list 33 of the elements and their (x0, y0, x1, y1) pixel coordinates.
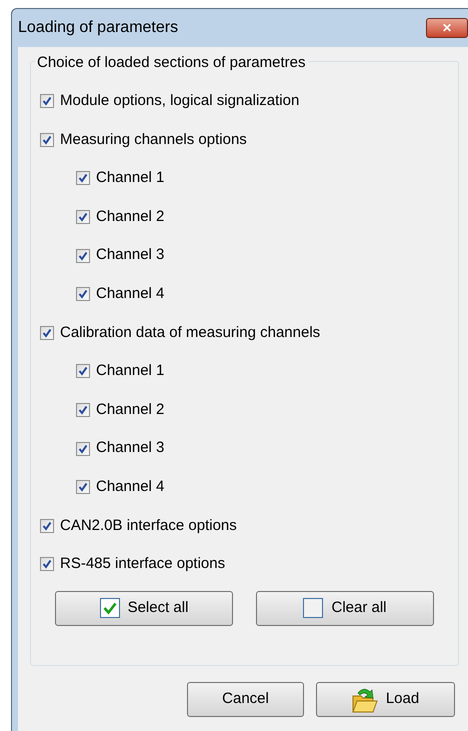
checkbox[interactable] (76, 403, 90, 418)
checkbox[interactable] (76, 248, 90, 263)
empty-box-icon (303, 598, 324, 618)
dialog-button[interactable]: Clear all (256, 590, 434, 626)
option-label: Channel 4 (96, 476, 164, 497)
checkbox[interactable] (76, 442, 90, 456)
option-label: Module options, logical signalization (60, 91, 300, 112)
checkbox[interactable] (76, 480, 90, 494)
checkbox[interactable] (40, 94, 54, 108)
checkbox[interactable] (76, 210, 90, 224)
checkbox[interactable] (40, 326, 54, 340)
option-label: Channel 2 (96, 400, 164, 420)
window-title: Loading of parameters (18, 18, 178, 38)
option-label: Channel 2 (96, 206, 164, 227)
checkbox[interactable] (76, 287, 90, 302)
option-label: Measuring channels options (60, 130, 247, 150)
dialog-button[interactable]: Cancel (187, 682, 304, 717)
option-label: Channel 1 (96, 361, 164, 382)
checkbox[interactable] (40, 518, 54, 533)
option-label: CAN2.0B interface options (60, 516, 237, 536)
dialog-button[interactable]: Select all (55, 590, 233, 626)
checkbox[interactable] (40, 132, 54, 147)
checked-box-icon (100, 598, 120, 618)
option-label: Calibration data of measuring channels (60, 322, 320, 343)
checkbox[interactable] (76, 364, 90, 378)
option-label: Channel 3 (96, 438, 164, 458)
load-button[interactable]: Load (316, 682, 455, 717)
option-label: Channel 4 (96, 284, 164, 304)
option-label: RS-485 interface options (60, 554, 226, 574)
option-label: Channel 1 (96, 168, 164, 188)
checkbox[interactable] (40, 557, 54, 572)
option-label: Channel 3 (96, 245, 164, 266)
checkbox[interactable] (76, 171, 90, 186)
